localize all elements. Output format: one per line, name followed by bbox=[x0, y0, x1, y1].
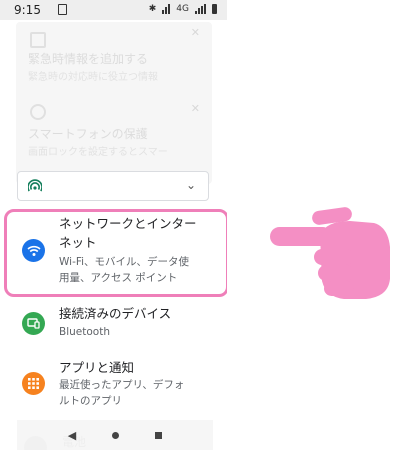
notification-icon bbox=[58, 4, 67, 15]
chevron-down-icon: ⌄ bbox=[185, 178, 196, 192]
card-emergency-icon bbox=[30, 32, 46, 48]
recents-button[interactable] bbox=[155, 431, 163, 439]
card-security-icon bbox=[30, 104, 46, 120]
signal-icon bbox=[195, 4, 206, 14]
card-close-icon[interactable]: ✕ bbox=[191, 26, 200, 39]
battery-icon bbox=[212, 4, 217, 14]
settings-item-connected-devices[interactable]: 接続済みのデバイス Bluetooth bbox=[0, 303, 227, 343]
hotspot-icon bbox=[28, 179, 42, 192]
navigation-bar: ◀ bbox=[17, 420, 213, 450]
pointing-hand-icon bbox=[270, 207, 390, 299]
settings-item-subtitle: Wi-Fi、モバイル、データ使 bbox=[59, 256, 190, 268]
card-title: スマートフォンの保護 bbox=[28, 127, 148, 141]
card-desc: 画面ロックを設定するとスマー bbox=[28, 147, 168, 158]
apps-icon bbox=[22, 372, 45, 395]
card-desc: 緊急時の対応時に役立つ情報 bbox=[28, 72, 158, 83]
bluetooth-icon: ✱ bbox=[148, 4, 157, 14]
wifi-icon bbox=[22, 239, 45, 262]
back-button[interactable]: ◀ bbox=[68, 429, 76, 442]
network-type-label: 4G bbox=[176, 4, 189, 14]
settings-item-apps[interactable]: アプリと通知 最近使ったアプリ、デフォ ルトのアプリ bbox=[0, 358, 227, 414]
status-time: 9:15 bbox=[14, 3, 41, 17]
settings-item-title: ネット bbox=[59, 235, 97, 250]
settings-item-subtitle: 最近使ったアプリ、デフォ bbox=[59, 379, 185, 391]
settings-item-title: 接続済みのデバイス bbox=[59, 306, 172, 321]
home-button[interactable] bbox=[112, 431, 120, 439]
status-bar: 9:15 ✱ 4G bbox=[0, 0, 227, 20]
devices-icon bbox=[22, 312, 45, 335]
card-title: 緊急時情報を追加する bbox=[28, 52, 149, 66]
settings-item-subtitle: ルトのアプリ bbox=[59, 395, 122, 407]
settings-item-title: ネットワークとインター bbox=[59, 216, 197, 231]
settings-item-title: アプリと通知 bbox=[59, 360, 135, 375]
card-close-icon[interactable]: ✕ bbox=[191, 102, 200, 115]
settings-item-network[interactable]: ネットワークとインター ネット Wi-Fi、モバイル、データ使 用量、アクセス … bbox=[0, 212, 227, 296]
phone-screen: 9:15 ✱ 4G ✕ 緊急時情報を追加する 緊急時の対応時に役立つ情報 ✕ ス… bbox=[0, 0, 227, 450]
volte-icon bbox=[162, 4, 171, 14]
suggestion-card-emergency[interactable]: ✕ 緊急時情報を追加する 緊急時の対応時に役立つ情報 bbox=[16, 22, 212, 108]
settings-item-subtitle: 用量、アクセス ポイント bbox=[59, 272, 178, 284]
settings-item-subtitle: Bluetooth bbox=[59, 326, 110, 338]
network-status-dropdown[interactable]: ⌄ bbox=[17, 171, 209, 201]
